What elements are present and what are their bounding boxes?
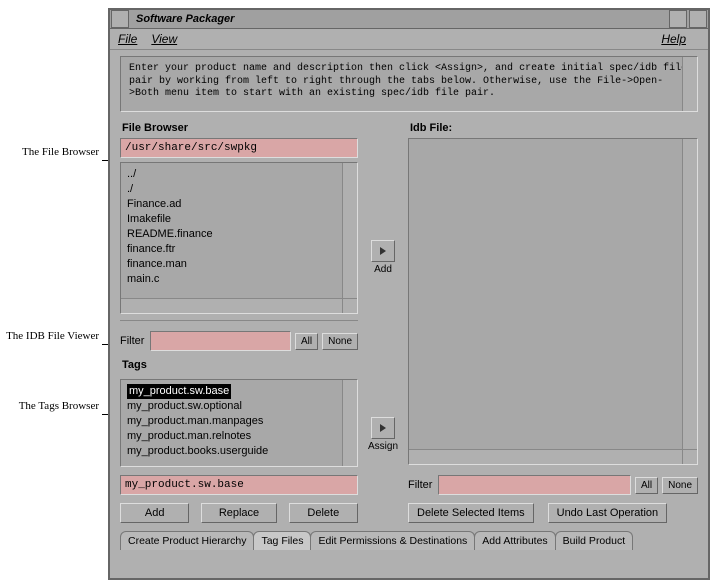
file-all-button[interactable]: All <box>295 333 318 350</box>
scrollbar-horizontal[interactable] <box>121 298 343 313</box>
annotation-text: The File Browser <box>22 146 99 158</box>
tab-add-attributes[interactable]: Add Attributes <box>474 531 555 550</box>
annotation-tags-browser: The Tags Browser <box>4 400 99 412</box>
add-label: Add <box>374 264 392 275</box>
add-arrow-button[interactable] <box>371 240 395 262</box>
tab-tag-files[interactable]: Tag Files <box>253 531 311 550</box>
idb-filter-label: Filter <box>408 479 432 491</box>
menubar: File View Help <box>110 29 708 50</box>
tabs-bar: Create Product Hierarchy Tag Files Edit … <box>120 531 698 550</box>
app-window: Software Packager File View Help Enter y… <box>108 8 710 580</box>
idb-filter-input[interactable] <box>438 475 631 495</box>
idb-label: Idb File: <box>410 122 698 134</box>
scrollbar-vertical[interactable] <box>342 380 357 466</box>
scrollbar-vertical[interactable] <box>342 163 357 299</box>
menu-file[interactable]: File <box>118 32 137 46</box>
scrollbar-corner <box>342 298 357 313</box>
arrow-right-icon <box>378 246 388 256</box>
instruction-text: Enter your product name and description … <box>120 56 698 112</box>
file-list-item[interactable]: ../ <box>127 167 351 182</box>
instruction-content: Enter your product name and description … <box>129 63 687 99</box>
scrollbar-vertical[interactable] <box>682 139 697 450</box>
file-list-item[interactable]: Finance.ad <box>127 197 351 212</box>
file-none-button[interactable]: None <box>322 333 358 350</box>
tag-list-item[interactable]: my_product.sw.optional <box>127 399 351 414</box>
tab-build-product[interactable]: Build Product <box>555 531 633 550</box>
tags-add-button[interactable]: Add <box>120 503 189 523</box>
window-menu-button[interactable] <box>111 10 129 28</box>
window-title: Software Packager <box>130 13 668 25</box>
tag-list-item[interactable]: my_product.sw.base <box>127 384 351 399</box>
assign-arrow-button[interactable] <box>371 417 395 439</box>
file-list-item[interactable]: ./ <box>127 182 351 197</box>
scrollbar-corner <box>682 449 697 464</box>
minimize-button[interactable] <box>669 10 687 28</box>
tags-label: Tags <box>122 359 358 371</box>
tags-delete-button[interactable]: Delete <box>289 503 358 523</box>
file-list-item[interactable]: finance.man <box>127 257 351 272</box>
tab-create-product-hierarchy[interactable]: Create Product Hierarchy <box>120 531 254 550</box>
tag-list-item[interactable]: my_product.books.userguide <box>127 444 351 459</box>
annotation-text: The Tags Browser <box>19 400 99 412</box>
idb-all-button[interactable]: All <box>635 477 658 494</box>
file-list-item[interactable]: README.finance <box>127 227 351 242</box>
idb-none-button[interactable]: None <box>662 477 698 494</box>
undo-last-button[interactable]: Undo Last Operation <box>548 503 668 523</box>
idb-file-viewer[interactable] <box>408 138 698 465</box>
menu-help[interactable]: Help <box>661 32 686 46</box>
instruction-scrollbar[interactable] <box>682 57 697 111</box>
annotation-file-browser: The File Browser <box>4 146 99 158</box>
tab-edit-permissions[interactable]: Edit Permissions & Destinations <box>310 531 475 550</box>
menu-view[interactable]: View <box>151 32 177 46</box>
delete-selected-button[interactable]: Delete Selected Items <box>408 503 534 523</box>
annotation-idb-viewer: The IDB File Viewer <box>4 330 99 342</box>
assign-label: Assign <box>368 441 398 452</box>
maximize-button[interactable] <box>689 10 707 28</box>
file-list-item[interactable]: finance.ftr <box>127 242 351 257</box>
titlebar[interactable]: Software Packager <box>110 10 708 29</box>
tags-selected-field[interactable]: my_product.sw.base <box>120 475 358 495</box>
file-list-item[interactable]: main.c <box>127 272 351 287</box>
arrow-right-icon <box>378 423 388 433</box>
tag-list-item[interactable]: my_product.man.manpages <box>127 414 351 429</box>
file-browser-path[interactable]: /usr/share/src/swpkg <box>120 138 358 158</box>
file-browser-label: File Browser <box>122 122 358 134</box>
tags-replace-button[interactable]: Replace <box>201 503 276 523</box>
file-list-item[interactable]: Imakefile <box>127 212 351 227</box>
filter-label: Filter <box>120 335 144 347</box>
file-browser-list[interactable]: .././Finance.adImakefileREADME.financefi… <box>120 162 358 314</box>
tag-list-item[interactable]: my_product.man.relnotes <box>127 429 351 444</box>
tags-list[interactable]: my_product.sw.basemy_product.sw.optional… <box>120 379 358 467</box>
file-filter-input[interactable] <box>150 331 291 351</box>
scrollbar-horizontal[interactable] <box>409 449 683 464</box>
annotation-text: The IDB File Viewer <box>6 330 99 342</box>
